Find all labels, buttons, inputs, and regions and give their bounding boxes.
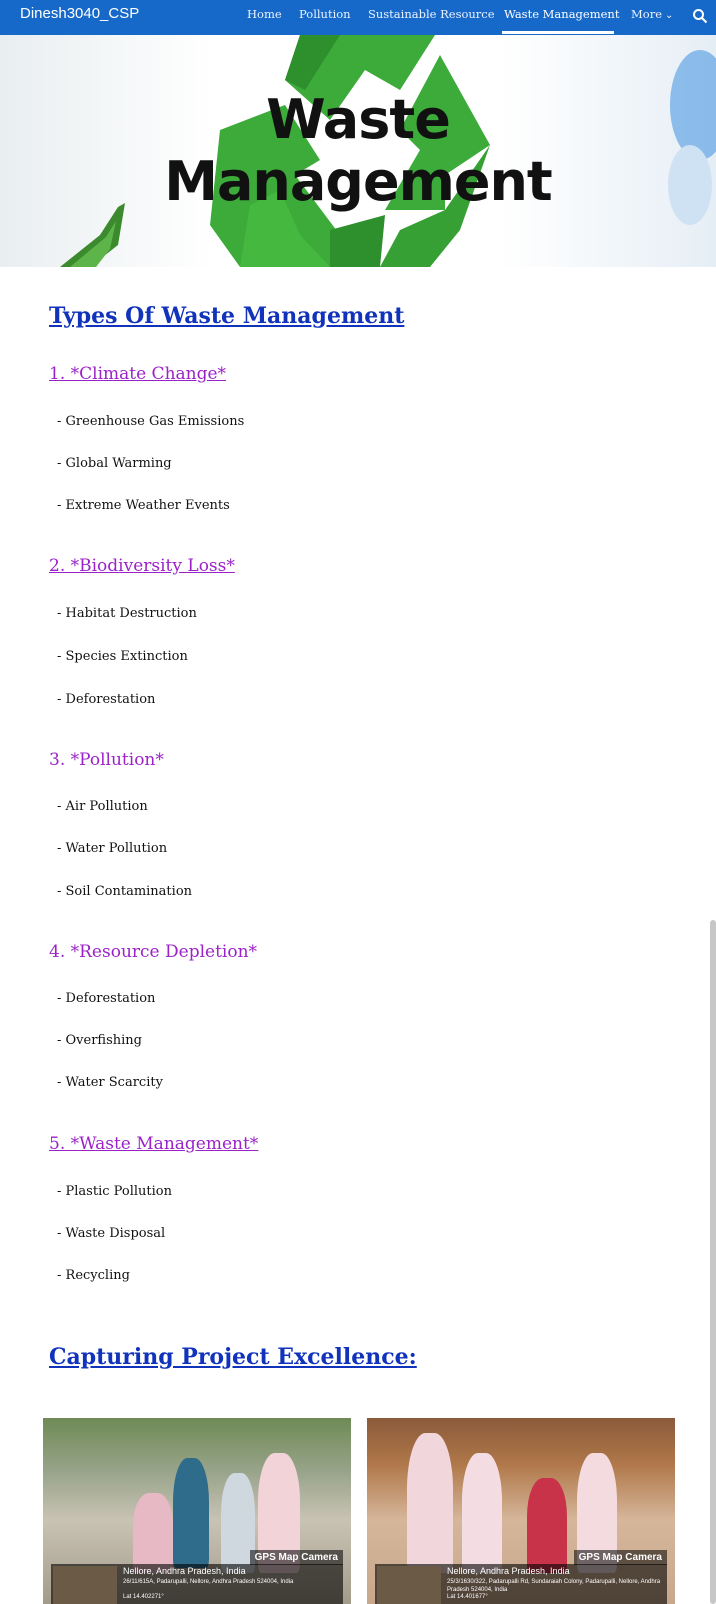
list-item: - Deforestation [57, 692, 156, 707]
capturing-heading[interactable]: Capturing Project Excellence: [49, 1344, 417, 1370]
nav-pollution[interactable]: Pollution [299, 7, 351, 21]
list-item: - Air Pollution [57, 799, 148, 814]
chevron-down-icon: ⌄ [665, 10, 674, 21]
section-title-climate-change[interactable]: 1. *Climate Change* [49, 364, 226, 384]
gps-info-overlay: Nellore, Andhra Pradesh, India 25/3/1630… [375, 1564, 667, 1604]
list-item: - Waste Disposal [57, 1226, 166, 1241]
hero-title: Waste Management [0, 89, 716, 213]
project-photo[interactable]: GPS Map Camera Nellore, Andhra Pradesh, … [367, 1418, 675, 1604]
section-title-pollution: 3. *Pollution* [49, 750, 164, 770]
list-item: - Soil Contamination [57, 884, 193, 899]
site-title[interactable]: Dinesh3040_CSP [20, 5, 139, 22]
person-figure [133, 1493, 173, 1573]
person-figure [462, 1453, 502, 1573]
nav-more[interactable]: More ⌄ [631, 7, 673, 21]
map-thumbnail [377, 1566, 441, 1604]
gps-address: 25/3/1630/322, Padarupalli Rd, Sundaraia… [447, 1579, 661, 1593]
person-figure [173, 1458, 209, 1568]
list-item: - Recycling [57, 1268, 130, 1283]
gps-map-camera-tag: GPS Map Camera [249, 1550, 343, 1565]
scrollbar[interactable] [710, 920, 716, 1604]
list-item: - Water Scarcity [57, 1075, 163, 1090]
list-item: - Water Pollution [57, 841, 168, 856]
nav-waste-management[interactable]: Waste Management [504, 7, 619, 21]
gps-latitude: Lat 14.401677° [447, 1594, 488, 1600]
section-title-waste-management[interactable]: 5. *Waste Management* [49, 1134, 258, 1154]
list-item: - Global Warming [57, 456, 172, 471]
nav-sustainable-resource[interactable]: Sustainable Resource [368, 7, 495, 21]
gps-info-overlay: Nellore, Andhra Pradesh, India 26/11/615… [51, 1564, 343, 1604]
list-item: - Deforestation [57, 991, 156, 1006]
gps-map-camera-tag: GPS Map Camera [573, 1550, 667, 1565]
list-item: - Species Extinction [57, 649, 188, 664]
list-item: - Overfishing [57, 1033, 143, 1048]
hero-banner: Waste Management [0, 35, 716, 267]
page-heading[interactable]: Types Of Waste Management [49, 303, 404, 329]
list-item: - Extreme Weather Events [57, 498, 230, 513]
active-nav-indicator [502, 31, 614, 34]
search-icon[interactable] [692, 8, 708, 24]
list-item: - Habitat Destruction [57, 606, 197, 621]
person-figure [527, 1478, 567, 1573]
hero-title-line2: Management [164, 150, 553, 213]
project-photo[interactable]: GPS Map Camera Nellore, Andhra Pradesh, … [43, 1418, 351, 1604]
hero-title-line1: Waste [266, 88, 451, 151]
section-title-biodiversity-loss[interactable]: 2. *Biodiversity Loss* [49, 556, 235, 576]
list-item: - Plastic Pollution [57, 1184, 172, 1199]
gps-latitude: Lat 14.402271° [123, 1594, 164, 1600]
gps-city: Nellore, Andhra Pradesh, India [447, 1566, 570, 1576]
person-figure [407, 1433, 453, 1573]
list-item: - Greenhouse Gas Emissions [57, 414, 245, 429]
top-nav-bar: Dinesh3040_CSP Home Pollution Sustainabl… [0, 0, 716, 35]
nav-more-label: More [631, 7, 663, 21]
gps-address: 26/11/615A, Padarupalli, Nellore, Andhra… [123, 1579, 294, 1585]
section-title-resource-depletion: 4. *Resource Depletion* [49, 942, 258, 962]
nav-home[interactable]: Home [247, 7, 282, 21]
gps-city: Nellore, Andhra Pradesh, India [123, 1566, 246, 1576]
map-thumbnail [53, 1566, 117, 1604]
